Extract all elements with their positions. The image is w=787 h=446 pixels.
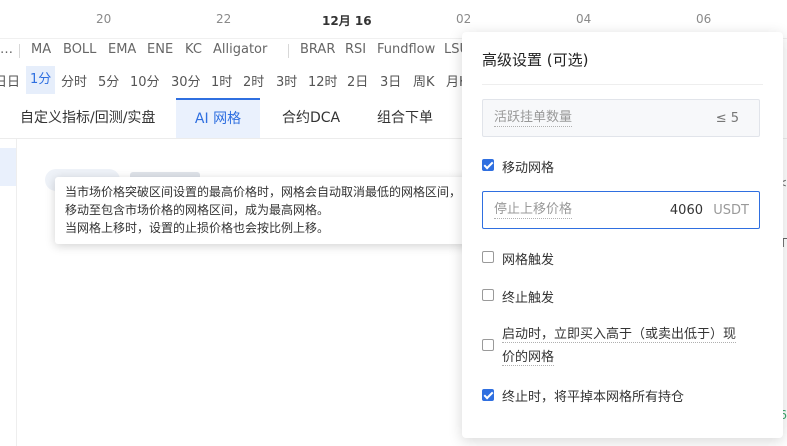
moving-grid-label: 移动网格	[502, 161, 555, 176]
date-label: 06	[696, 12, 712, 26]
active-orders-field[interactable]: 活跃挂单数量 ≤ 5	[482, 99, 760, 137]
indicator-more[interactable]: …	[0, 42, 13, 57]
buy-on-start-label-line2: 价的网格	[502, 346, 555, 366]
indicator-rsi[interactable]: RSI	[345, 42, 366, 57]
close-on-stop-label: 终止时，将平掉本网格所有持仓	[502, 390, 685, 405]
timeframe-item[interactable]: 2日	[347, 71, 368, 90]
timeframe-item[interactable]: 10分	[130, 71, 160, 90]
buy-on-start-row[interactable]: 启动时，立即买入高于（或卖出低于）现 价的网格	[482, 323, 762, 367]
date-label: 02	[456, 12, 472, 26]
timeframe-item[interactable]: 周K	[413, 71, 435, 90]
stop-trigger-checkbox[interactable]	[482, 289, 494, 301]
timeframe-item[interactable]: 3日	[380, 71, 401, 90]
divider	[16, 139, 17, 446]
stop-move-price-field[interactable]: 停止上移价格 4060 USDT	[482, 191, 760, 229]
divider	[482, 84, 763, 85]
tab-combo-order[interactable]: 组合下单	[377, 98, 433, 138]
active-orders-limit: ≤ 5	[715, 111, 739, 126]
tab-contract-dca[interactable]: 合约DCA	[282, 98, 340, 138]
buy-on-start-checkbox[interactable]	[482, 339, 494, 351]
indicator-ene[interactable]: ENE	[147, 42, 173, 57]
stop-move-price-value[interactable]: 4060	[670, 203, 703, 218]
timeframe-item[interactable]: 日日	[0, 71, 20, 90]
date-label: 04	[576, 12, 592, 26]
indicator-kc[interactable]: KC	[185, 42, 202, 57]
timeframe-item-active[interactable]: 1分	[26, 66, 56, 94]
divider	[19, 44, 20, 58]
moving-grid-tooltip: 当市场价格突破区间设置的最高价格时，网格会自动取消最低的网格区间， 移动至包含市…	[55, 177, 478, 244]
advanced-settings-panel: 高级设置 (可选) 活跃挂单数量 ≤ 5 移动网格 停止上移价格 4060 US…	[462, 32, 783, 438]
panel-title: 高级设置 (可选)	[482, 51, 589, 69]
tab-ai-grid[interactable]: AI 网格	[176, 98, 260, 138]
timeframe-item[interactable]: 5分	[98, 71, 119, 90]
stop-trigger-label: 终止触发	[502, 291, 555, 306]
indicator-ma[interactable]: MA	[31, 42, 51, 57]
date-label: 20	[96, 12, 112, 26]
active-orders-label: 活跃挂单数量	[494, 110, 573, 127]
indicator-alligator[interactable]: Alligator	[213, 42, 267, 57]
grid-trigger-checkbox[interactable]	[482, 251, 494, 263]
indicator-boll[interactable]: BOLL	[63, 42, 96, 57]
buy-on-start-label-line1: 启动时，立即买入高于（或卖出低于）现	[502, 323, 737, 343]
date-label: 22	[216, 12, 232, 26]
timeframe-item[interactable]: 12时	[308, 71, 338, 90]
grid-trigger-label: 网格触发	[502, 253, 555, 268]
close-on-stop-checkbox[interactable]	[482, 389, 494, 401]
divider	[288, 44, 289, 58]
indicator-brar[interactable]: BRAR	[300, 42, 335, 57]
timeframe-item[interactable]: 分时	[61, 71, 87, 90]
date-label: 12月 16	[322, 14, 372, 28]
timeframe-item[interactable]: 2时	[243, 71, 264, 90]
sidebar-selected-strip	[0, 148, 16, 186]
indicator-ema[interactable]: EMA	[108, 42, 136, 57]
moving-grid-checkbox[interactable]	[482, 159, 494, 171]
tab-custom-indicator[interactable]: 自定义指标/回测/实盘	[20, 98, 155, 138]
stop-move-price-label: 停止上移价格	[494, 202, 573, 219]
timeframe-item[interactable]: 3时	[276, 71, 297, 90]
tooltip-line: 当市场价格突破区间设置的最高价格时，网格会自动取消最低的网格区间，	[65, 185, 462, 199]
tooltip-line: 当网格上移时，设置的止损价格也会按比例上移。	[65, 221, 330, 235]
indicator-fundflow[interactable]: Fundflow	[377, 42, 435, 57]
timeframe-item[interactable]: 30分	[171, 71, 201, 90]
timeframe-item[interactable]: 1时	[211, 71, 232, 90]
tooltip-line: 移动至包含市场价格的网格区间，成为最高网格。	[65, 203, 330, 217]
stop-move-price-unit: USDT	[713, 203, 749, 218]
